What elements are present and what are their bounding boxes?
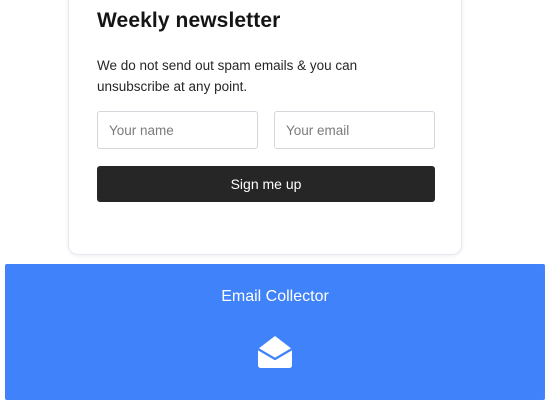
envelope-open-icon [257,336,293,368]
newsletter-description: We do not send out spam emails & you can… [97,58,358,94]
email-input[interactable] [274,111,435,149]
email-collector-title: Email Collector [221,288,329,305]
email-collector-panel[interactable]: Email Collector [5,264,545,400]
newsletter-title: Weekly newsletter [97,9,281,32]
app-canvas: Weekly newsletter We do not send out spa… [0,0,547,409]
name-input[interactable] [97,111,258,149]
newsletter-card: Weekly newsletter We do not send out spa… [68,0,462,255]
sign-me-up-button[interactable]: Sign me up [97,166,435,202]
